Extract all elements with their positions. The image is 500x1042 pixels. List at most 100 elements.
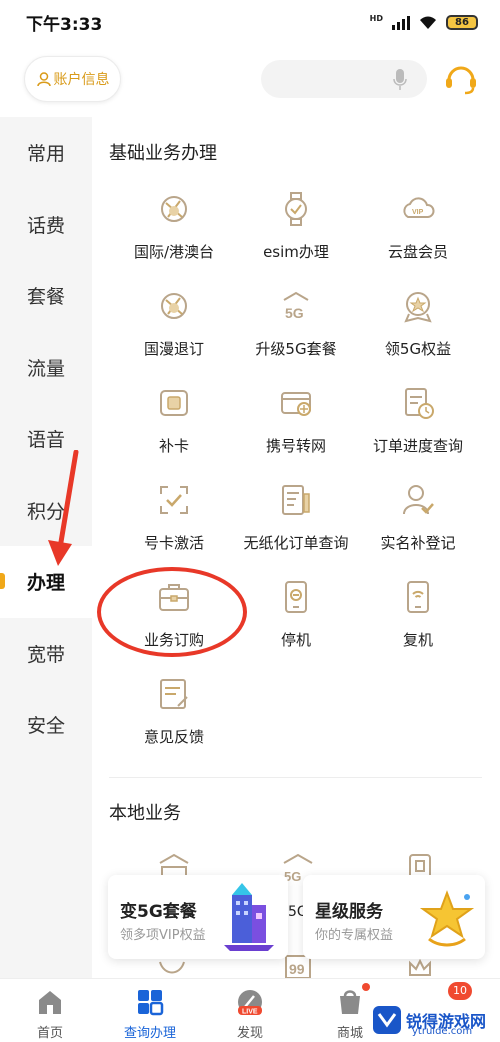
section-divider [109, 777, 482, 778]
service-5g-benefits[interactable]: 领5G权益 [350, 288, 486, 384]
sim-card-icon [160, 390, 188, 416]
battery-icon: 86 [446, 14, 478, 30]
nav-label: 首页 [36, 1026, 63, 1041]
promo-subtitle: 你的专属权益 [315, 928, 394, 943]
nav-home[interactable]: 首页 [0, 979, 100, 1042]
sidebar-item-voice[interactable]: 语音 [0, 403, 92, 475]
search-box[interactable] [261, 60, 427, 98]
5g-icon: 5G [283, 291, 309, 321]
service-label: 无纸化订单查询 [243, 534, 349, 552]
local-gift-icon[interactable] [158, 960, 186, 978]
service-label: esim办理 [263, 243, 329, 261]
service-label: 业务订购 [143, 631, 204, 649]
roaming-icon [161, 293, 187, 319]
service-label: 停机 [280, 631, 311, 649]
signal-icon [392, 14, 410, 30]
wifi-icon [420, 16, 436, 29]
status-time: 下午3:33 [26, 14, 103, 35]
sidebar-item-points[interactable]: 积分 [0, 475, 92, 547]
customer-service-icon[interactable] [443, 60, 479, 96]
phone-wifi-icon [407, 581, 429, 613]
5g-building-icon [224, 883, 274, 951]
service-replace-card[interactable]: 补卡 [106, 385, 242, 481]
service-suspend[interactable]: 停机 [228, 579, 364, 675]
nav-query-handle[interactable]: 查询办理 [100, 979, 200, 1042]
local-crown-icon[interactable] [408, 957, 432, 977]
main-content: 基础业务办理 国际/港澳台 esim办理 VIP 云盘会员 国漫退订 5G 升级… [92, 117, 500, 979]
nav-label: 查询办理 [123, 1026, 176, 1041]
sidebar-item-handle[interactable]: 办理 [0, 546, 92, 618]
local-99-icon[interactable]: 99 [285, 955, 311, 979]
status-bar: 下午3:33 HD 86 [0, 0, 500, 44]
message-count-badge: 10 [448, 982, 472, 1000]
nav-label: 发现 [236, 1026, 263, 1041]
service-cloud-vip[interactable]: VIP 云盘会员 [350, 191, 486, 287]
sidebar-item-plan[interactable]: 套餐 [0, 260, 92, 332]
sidebar-item-security[interactable]: 安全 [0, 689, 92, 761]
nav-discover[interactable]: LIVE 发现 [200, 979, 300, 1042]
service-number-transfer[interactable]: 携号转网 [228, 385, 364, 481]
globe-icon [161, 196, 187, 222]
section-title-basic: 基础业务办理 [109, 143, 217, 164]
service-order-progress[interactable]: 订单进度查询 [350, 385, 486, 481]
scan-check-icon [160, 486, 188, 514]
person-check-icon [403, 485, 434, 515]
watermark-logo-icon [373, 1006, 401, 1034]
service-label: 国漫退订 [143, 340, 204, 358]
category-sidebar: 常用 话费 套餐 流量 语音 积分 办理 宽带 安全 [0, 117, 92, 978]
promo-card-star-service[interactable]: 星级服务 你的专属权益 [303, 875, 485, 959]
promo-subtitle: 领多项VIP权益 [120, 928, 206, 943]
search-input[interactable] [275, 60, 395, 98]
service-upgrade-5g[interactable]: 5G 升级5G套餐 [228, 288, 364, 384]
grid-icon [138, 990, 164, 1016]
svg-text:5G: 5G [285, 305, 304, 321]
service-card-activation[interactable]: 号卡激活 [106, 482, 242, 578]
service-label: 云盘会员 [387, 243, 448, 261]
service-esim[interactable]: esim办理 [228, 191, 364, 287]
service-roaming-unsubscribe[interactable]: 国漫退订 [106, 288, 242, 384]
feedback-icon [160, 679, 188, 709]
medal-icon [404, 292, 432, 323]
phone-stop-icon [285, 581, 307, 613]
star-trophy-icon [419, 890, 475, 947]
account-info-button[interactable]: 账户信息 [24, 56, 121, 102]
hd-indicator: HD [369, 14, 383, 23]
promo-title: 星级服务 [315, 902, 383, 922]
service-label: 实名补登记 [380, 534, 456, 552]
sidebar-item-broadband[interactable]: 宽带 [0, 618, 92, 690]
watermark-url: ytruide.com [412, 1026, 473, 1037]
service-label: 补卡 [158, 437, 189, 455]
transfer-card-icon [281, 392, 311, 416]
service-resume[interactable]: 复机 [350, 579, 486, 675]
microphone-icon[interactable] [393, 69, 407, 91]
notification-dot [362, 983, 370, 991]
svg-text:VIP: VIP [412, 209, 424, 216]
service-label: 国际/港澳台 [133, 243, 215, 261]
briefcase-icon [159, 584, 189, 611]
home-icon [39, 991, 61, 1014]
promo-title: 变5G套餐 [120, 902, 197, 922]
service-label: 号卡激活 [143, 534, 204, 552]
sidebar-item-common[interactable]: 常用 [0, 117, 92, 189]
vip-cloud-icon: VIP [403, 197, 435, 218]
service-label: 意见反馈 [143, 728, 204, 746]
sidebar-item-phone-fee[interactable]: 话费 [0, 189, 92, 261]
service-real-name-registration[interactable]: 实名补登记 [350, 482, 486, 578]
clipboard-clock-icon [405, 388, 434, 419]
service-international[interactable]: 国际/港澳台 [106, 191, 242, 287]
service-label: 复机 [402, 631, 433, 649]
user-icon [36, 72, 51, 87]
service-business-order[interactable]: 业务订购 [106, 579, 242, 675]
service-label: 领5G权益 [384, 340, 452, 358]
section-title-local: 本地业务 [109, 803, 181, 824]
watch-icon [285, 192, 307, 226]
service-paperless-order[interactable]: 无纸化订单查询 [228, 482, 364, 578]
promo-card-5g-plan[interactable]: 变5G套餐 领多项VIP权益 [108, 875, 288, 959]
watermark: 锐得游戏网 ytruide.com [372, 1000, 500, 1040]
service-label: 升级5G套餐 [255, 340, 337, 358]
sidebar-item-data[interactable]: 流量 [0, 332, 92, 404]
status-icons: HD 86 [370, 14, 478, 30]
account-info-label: 账户信息 [53, 72, 110, 88]
live-badge-text: LIVE [242, 1009, 258, 1016]
service-feedback[interactable]: 意见反馈 [106, 676, 242, 772]
